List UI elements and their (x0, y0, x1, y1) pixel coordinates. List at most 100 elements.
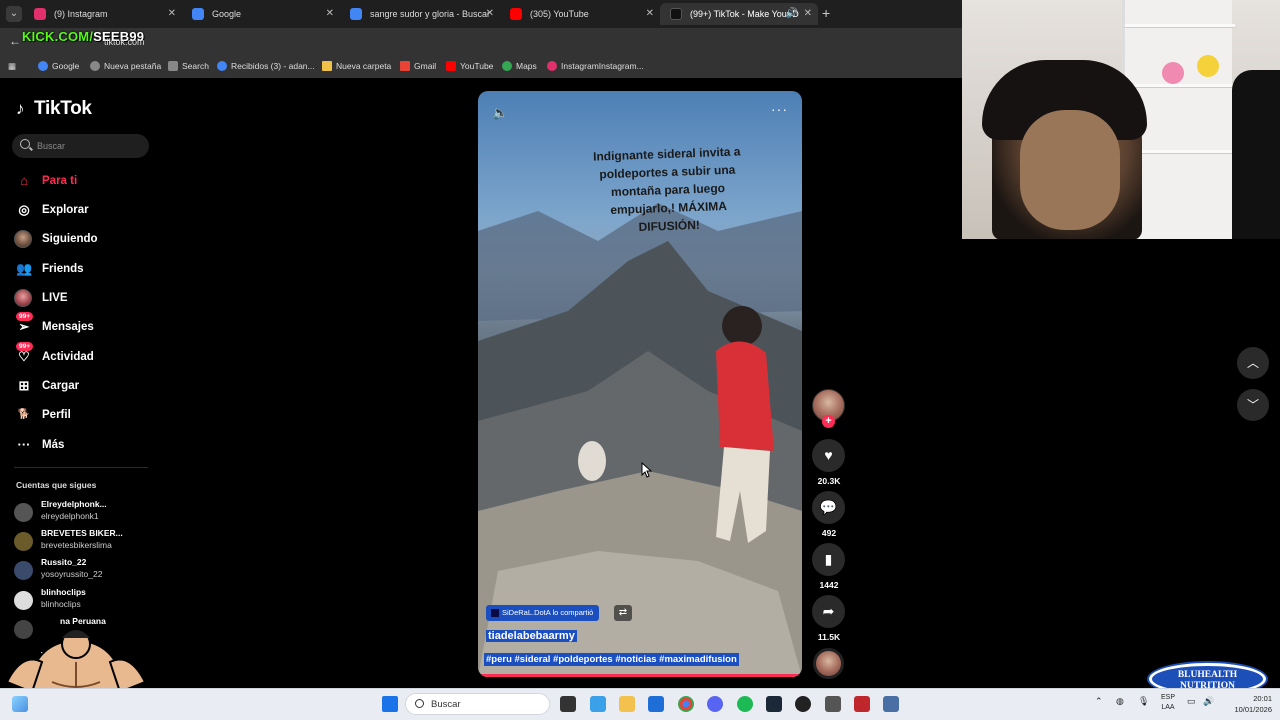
live-icon (14, 289, 32, 307)
tiktok-logo[interactable]: ♪ TikTok (16, 98, 92, 120)
avatar (14, 503, 33, 522)
microphone-icon[interactable]: 🎙 (1138, 696, 1149, 707)
nav-live[interactable]: LIVE (14, 287, 154, 309)
bookmark-recibidos[interactable]: Recibidos (3) - adan... (217, 61, 315, 71)
more-options-icon[interactable]: ··· (771, 101, 788, 117)
share-button[interactable]: ➦ (812, 595, 845, 628)
url-text[interactable]: tiktok.com (104, 37, 145, 47)
close-icon[interactable]: ✕ (486, 3, 494, 25)
calculator-icon[interactable] (883, 696, 899, 712)
nav-siguiendo[interactable]: Siguiendo (14, 228, 154, 250)
chevron-up-icon[interactable]: ⌃ (1095, 696, 1103, 707)
notification-badge: 99+ (16, 342, 34, 351)
nav-actividad[interactable]: ♡ 99+ Actividad (14, 342, 154, 368)
search-input[interactable] (37, 139, 142, 153)
video-player[interactable]: Indignante sideral invita a poldeportes … (478, 91, 802, 677)
tab-title: sangre sudor y gloria - Buscar (370, 9, 491, 19)
chrome-icon[interactable] (678, 696, 694, 712)
back-arrow-icon[interactable]: ← (9, 34, 21, 48)
folder-icon (322, 61, 332, 71)
clock[interactable]: 20:01 10/01/2026 (1222, 693, 1272, 715)
tab-google-search[interactable]: sangre sudor y gloria - Buscar ✕ (340, 3, 500, 25)
avatar (14, 561, 33, 580)
app-icon[interactable] (854, 696, 870, 712)
previous-video-button[interactable]: ︿ (1237, 347, 1269, 379)
volume-icon[interactable]: 🔈 (492, 105, 508, 121)
bookmark-gmail[interactable]: Gmail (400, 61, 436, 71)
comment-button[interactable]: 💬 (812, 491, 845, 524)
save-count: 1442 (819, 580, 839, 590)
tab-youtube[interactable]: (305) YouTube ✕ (500, 3, 660, 25)
task-view-icon[interactable] (560, 696, 576, 712)
close-icon[interactable]: ✕ (326, 3, 334, 25)
new-tab-button[interactable]: + (822, 5, 830, 21)
repost-icon[interactable]: ⇄ (614, 605, 632, 621)
bookmark-google[interactable]: Google (38, 61, 79, 71)
nav-mas[interactable]: ··· Más (14, 434, 154, 456)
network-app-icon[interactable]: ◍ (1116, 696, 1124, 707)
nav-perfil[interactable]: 🐕 Perfil (14, 404, 154, 426)
following-account[interactable]: blinhoclips blinhoclips (14, 587, 154, 613)
nav-para-ti[interactable]: ⌂ Para ti (14, 170, 154, 192)
globe-icon (90, 61, 100, 71)
avatar-icon (14, 230, 32, 248)
bookmark-icon: ▮ (824, 551, 833, 567)
shared-by-label[interactable]: SiDeRaL.DotA lo compartió (486, 605, 600, 621)
display-icon[interactable]: ▭ (1187, 696, 1196, 707)
search-bar[interactable] (12, 134, 149, 158)
webcam-feed (962, 0, 1280, 239)
file-explorer-icon[interactable] (619, 696, 635, 712)
avatar (14, 532, 33, 551)
copilot-icon[interactable] (590, 696, 606, 712)
like-button[interactable]: ♥ (812, 439, 845, 472)
bookmark-nueva-pestana[interactable]: Nueva pestaña (90, 61, 161, 71)
volume-icon[interactable]: 🔊 (1203, 696, 1214, 707)
bookmark-nueva-carpeta[interactable]: Nueva carpeta (322, 61, 391, 71)
music-disc[interactable] (813, 648, 844, 679)
next-video-button[interactable]: ﹀ (1237, 389, 1269, 421)
follow-plus-icon[interactable]: + (822, 415, 835, 428)
obs-icon[interactable] (795, 696, 811, 712)
figure-toy (1162, 62, 1184, 84)
nav-explorar[interactable]: ◎ Explorar (14, 199, 154, 221)
search-icon (20, 139, 30, 149)
weather-icon[interactable] (12, 696, 28, 712)
bookmark-search[interactable]: Search (168, 61, 209, 71)
nav-friends[interactable]: 👥 Friends (14, 258, 154, 280)
bookmark-youtube[interactable]: YouTube (446, 61, 493, 71)
taskbar-search[interactable]: Buscar (405, 693, 550, 715)
video-progress-bar[interactable] (478, 674, 802, 677)
nav-mensajes[interactable]: ➢ 99+ Mensajes (14, 312, 154, 338)
mouse-cursor (641, 462, 653, 478)
app-icon[interactable] (825, 696, 841, 712)
steam-icon[interactable] (766, 696, 782, 712)
tab-instagram[interactable]: (9) Instagram ✕ (24, 3, 182, 25)
upload-icon: ⊞ (18, 378, 30, 393)
tab-strip: ⌄ (9) Instagram ✕ Google ✕ sangre sudor … (0, 0, 962, 28)
speaker-icon[interactable]: 🔊 (786, 3, 798, 25)
spotify-icon[interactable] (737, 696, 753, 712)
windows-start-icon[interactable] (382, 696, 398, 712)
tab-search-dropdown-icon[interactable]: ⌄ (6, 6, 22, 22)
tab-tiktok[interactable]: (99+) TikTok - Make Your D 🔊 ✕ (660, 3, 818, 25)
nav-cargar[interactable]: ⊞ Cargar (14, 375, 154, 397)
divider (14, 467, 148, 468)
video-caption-overlay: Indignante sideral invita a poldeportes … (592, 144, 741, 235)
following-account[interactable]: Elreydelphonk... elreydelphonk1 (14, 499, 154, 525)
language-indicator[interactable]: ESP LAA (1157, 693, 1179, 713)
discord-icon[interactable] (707, 696, 723, 712)
save-button[interactable]: ▮ (812, 543, 845, 576)
following-account[interactable]: BREVETES BIKER... brevetesbikerslima (14, 528, 154, 554)
close-icon[interactable]: ✕ (168, 3, 176, 25)
tab-google[interactable]: Google ✕ (182, 3, 340, 25)
following-account[interactable]: Russito_22 yosoyrussito_22 (14, 557, 154, 583)
bookmark-maps[interactable]: Maps (502, 61, 537, 71)
close-icon[interactable]: ✕ (646, 3, 654, 25)
close-icon[interactable]: ✕ (804, 3, 812, 25)
store-icon[interactable] (648, 696, 664, 712)
video-hashtags[interactable]: #peru #sideral #poldeportes #noticias #m… (484, 653, 739, 666)
bookmark-instagram[interactable]: InstagramInstagram... (547, 61, 644, 71)
friends-icon: 👥 (16, 261, 33, 276)
apps-grid-icon[interactable]: ▦ (8, 61, 16, 72)
video-author[interactable]: tiadelabebaarmy (486, 630, 577, 642)
